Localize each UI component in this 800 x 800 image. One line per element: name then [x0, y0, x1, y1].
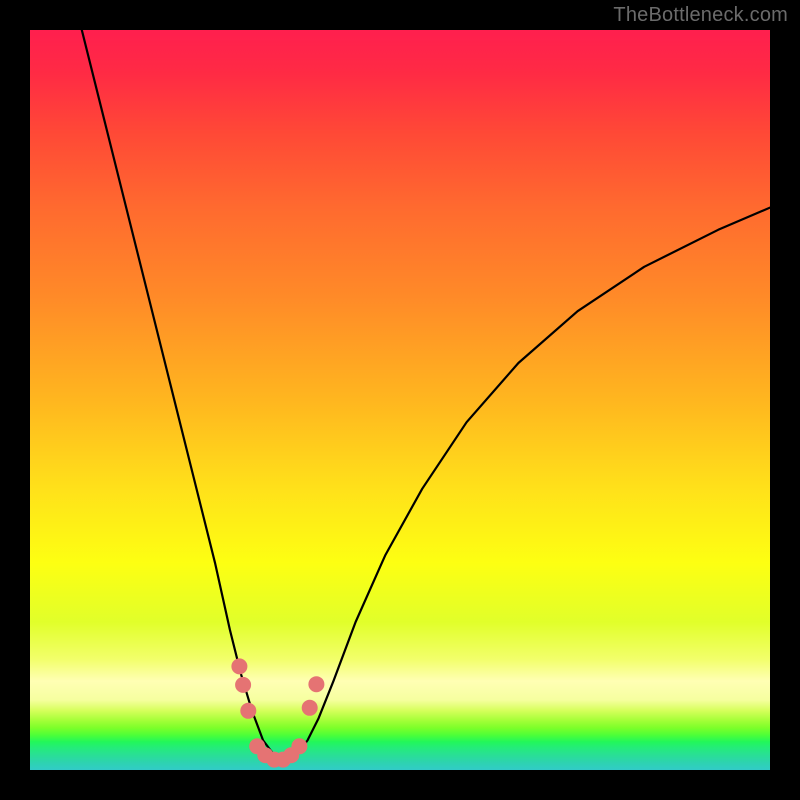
marker-group — [231, 658, 324, 767]
data-marker — [308, 676, 324, 692]
data-marker — [302, 700, 318, 716]
data-marker — [235, 677, 251, 693]
bottleneck-curve — [82, 30, 770, 763]
chart-stage: TheBottleneck.com — [0, 0, 800, 800]
watermark-text: TheBottleneck.com — [613, 4, 788, 27]
plot-area — [30, 30, 770, 770]
data-marker — [291, 738, 307, 754]
data-marker — [231, 658, 247, 674]
data-marker — [240, 703, 256, 719]
curve-layer — [30, 30, 770, 770]
